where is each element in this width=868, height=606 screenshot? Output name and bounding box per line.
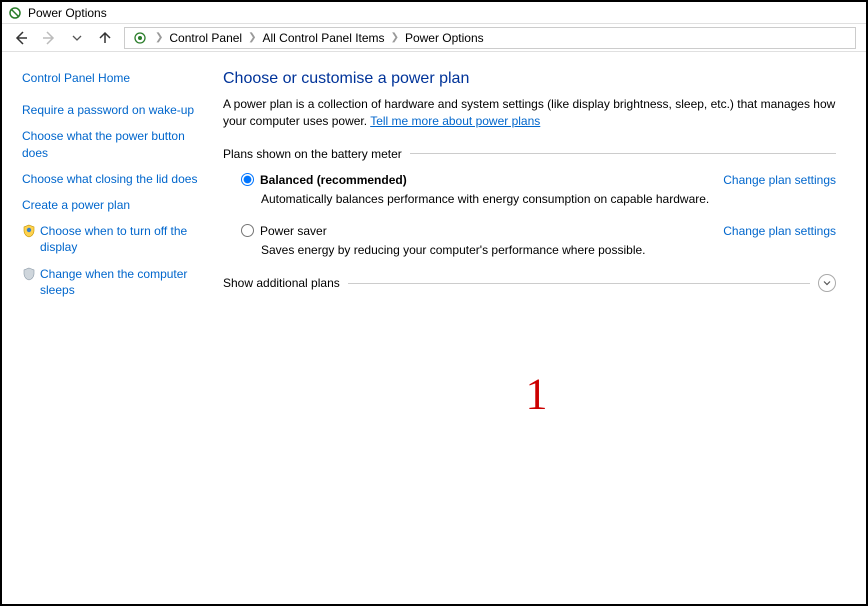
navbar: ❯ Control Panel ❯ All Control Panel Item… (2, 24, 866, 52)
expander-label: Show additional plans (223, 276, 340, 290)
shield-icon (22, 224, 36, 238)
change-plan-settings-link[interactable]: Change plan settings (723, 173, 836, 208)
plan-radio-row[interactable]: Power saver (241, 224, 711, 238)
breadcrumb-item[interactable]: Power Options (405, 31, 484, 45)
shield-icon (22, 267, 36, 281)
window-title: Power Options (28, 6, 107, 20)
content-area: Control Panel Home Require a password on… (2, 52, 866, 604)
main-panel: Choose or customise a power plan A power… (207, 52, 866, 604)
page-description: A power plan is a collection of hardware… (223, 96, 836, 131)
sidebar-link-create-plan[interactable]: Create a power plan (22, 197, 199, 213)
annotation-number: 1 (526, 369, 548, 420)
power-icon (8, 6, 22, 20)
sidebar-link-turn-off-display[interactable]: Choose when to turn off the display (40, 223, 199, 255)
sidebar-link-power-button[interactable]: Choose what the power button does (22, 128, 199, 160)
back-button[interactable] (12, 29, 30, 47)
sidebar-link-require-password[interactable]: Require a password on wake-up (22, 102, 199, 118)
page-heading: Choose or customise a power plan (223, 70, 836, 88)
power-plan-powersaver: Power saver Saves energy by reducing you… (223, 224, 836, 259)
window-titlebar: Power Options (2, 2, 866, 24)
chevron-down-icon[interactable] (818, 274, 836, 292)
sidebar-link-closing-lid[interactable]: Choose what closing the lid does (22, 171, 199, 187)
sidebar-link-computer-sleeps[interactable]: Change when the computer sleeps (40, 266, 199, 298)
divider (348, 283, 810, 284)
recent-dropdown-icon[interactable] (68, 29, 86, 47)
control-panel-home-link[interactable]: Control Panel Home (22, 70, 199, 86)
chevron-right-icon: ❯ (155, 32, 163, 43)
up-button[interactable] (96, 29, 114, 47)
change-plan-settings-link[interactable]: Change plan settings (723, 224, 836, 259)
breadcrumb-item[interactable]: All Control Panel Items (263, 31, 385, 45)
plan-radio-powersaver[interactable] (241, 224, 254, 237)
breadcrumb-bar[interactable]: ❯ Control Panel ❯ All Control Panel Item… (124, 27, 856, 49)
divider (410, 153, 836, 154)
plan-radio-balanced[interactable] (241, 173, 254, 186)
chevron-right-icon: ❯ (391, 32, 399, 43)
section-title: Plans shown on the battery meter (223, 147, 402, 161)
forward-button[interactable] (40, 29, 58, 47)
plan-name: Power saver (260, 224, 327, 238)
breadcrumb-item[interactable]: Control Panel (169, 31, 242, 45)
plan-name: Balanced (recommended) (260, 173, 407, 187)
plan-description: Saves energy by reducing your computer's… (261, 242, 711, 259)
control-panel-icon[interactable] (131, 29, 149, 47)
plan-radio-row[interactable]: Balanced (recommended) (241, 173, 711, 187)
chevron-right-icon: ❯ (248, 32, 256, 43)
learn-more-link[interactable]: Tell me more about power plans (370, 114, 540, 128)
plan-description: Automatically balances performance with … (261, 191, 711, 208)
power-plan-balanced: Balanced (recommended) Automatically bal… (223, 173, 836, 208)
show-additional-plans[interactable]: Show additional plans (223, 274, 836, 292)
section-header: Plans shown on the battery meter (223, 147, 836, 161)
sidebar: Control Panel Home Require a password on… (2, 52, 207, 604)
